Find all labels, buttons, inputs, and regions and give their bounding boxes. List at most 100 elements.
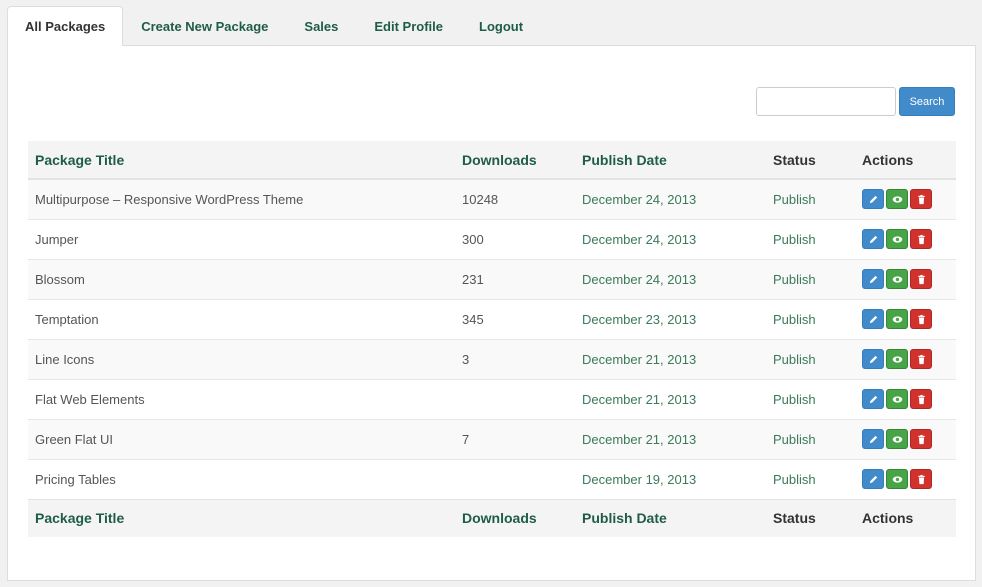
header-downloads[interactable]: Downloads [455,141,575,180]
table-row: Multipurpose – Responsive WordPress Them… [28,178,956,219]
cell-package-title: Blossom [28,258,455,299]
search-input[interactable] [756,87,896,116]
cell-package-title: Line Icons [28,338,455,379]
cell-actions [855,378,956,419]
view-button[interactable] [886,469,908,489]
table-footer-row: Package Title Downloads Publish Date Sta… [28,498,956,537]
delete-button[interactable] [910,229,932,249]
cell-downloads: 345 [455,298,575,339]
trash-icon [916,274,927,285]
footer-downloads[interactable]: Downloads [455,498,575,537]
cell-actions [855,298,956,339]
cell-actions [855,418,956,459]
cell-publish-date: December 24, 2013 [575,218,766,259]
trash-icon [916,394,927,405]
tab-bar: All Packages Create New Package Sales Ed… [7,6,541,46]
edit-button[interactable] [862,189,884,210]
cell-status: Publish [766,458,855,499]
table-row: Flat Web Elements December 21, 2013 Publis… [28,378,956,419]
delete-button[interactable] [910,429,932,449]
delete-button[interactable] [910,309,932,329]
edit-button[interactable] [862,349,884,369]
cell-package-title: Multipurpose – Responsive WordPress Them… [28,178,455,219]
cell-downloads [455,378,575,419]
edit-button[interactable] [862,309,884,329]
trash-icon [916,234,927,245]
cell-package-title: Jumper [28,218,455,259]
trash-icon [916,314,927,325]
cell-downloads [455,458,575,499]
cell-downloads: 231 [455,258,575,299]
trash-icon [916,434,927,445]
content-panel: Search Package Title Downloads Publish D… [7,45,976,581]
pencil-icon [868,314,879,325]
tab-all-packages[interactable]: All Packages [7,6,124,46]
header-package-title[interactable]: Package Title [28,141,455,180]
cell-publish-date: December 21, 2013 [575,338,766,379]
delete-button[interactable] [910,389,932,409]
cell-status: Publish [766,418,855,459]
edit-button[interactable] [862,229,884,249]
delete-button[interactable] [910,469,932,489]
cell-publish-date: December 23, 2013 [575,298,766,339]
trash-icon [916,474,927,485]
eye-icon [892,274,903,285]
pencil-icon [868,354,879,365]
cell-actions [855,178,956,219]
view-button[interactable] [886,429,908,449]
eye-icon [892,314,903,325]
trash-icon [916,194,927,205]
cell-publish-date: December 21, 2013 [575,378,766,419]
cell-actions [855,458,956,499]
tab-create-new-package[interactable]: Create New Package [123,6,286,46]
table-row: Jumper 300 December 24, 2013 Publish [28,218,956,259]
view-button[interactable] [886,309,908,329]
eye-icon [892,354,903,365]
pencil-icon [868,434,879,445]
view-button[interactable] [886,349,908,369]
view-button[interactable] [886,229,908,249]
header-actions: Actions [855,141,956,180]
tab-sales[interactable]: Sales [286,6,356,46]
delete-button[interactable] [910,269,932,289]
eye-icon [892,234,903,245]
pencil-icon [868,274,879,285]
pencil-icon [868,194,879,205]
cell-status: Publish [766,258,855,299]
cell-status: Publish [766,178,855,219]
view-button[interactable] [886,189,908,210]
packages-table: Package Title Downloads Publish Date Sta… [28,141,956,537]
footer-publish-date[interactable]: Publish Date [575,498,766,537]
delete-button[interactable] [910,349,932,369]
cell-status: Publish [766,218,855,259]
tab-edit-profile[interactable]: Edit Profile [356,6,461,46]
cell-publish-date: December 21, 2013 [575,418,766,459]
delete-button[interactable] [910,189,932,210]
footer-package-title[interactable]: Package Title [28,498,455,537]
table-row: Line Icons 3 December 21, 2013 Publish [28,338,956,379]
edit-button[interactable] [862,429,884,449]
view-button[interactable] [886,389,908,409]
cell-publish-date: December 24, 2013 [575,178,766,219]
cell-status: Publish [766,338,855,379]
pencil-icon [868,234,879,245]
search-button[interactable]: Search [899,87,955,116]
edit-button[interactable] [862,469,884,489]
edit-button[interactable] [862,389,884,409]
cell-status: Publish [766,298,855,339]
header-status: Status [766,141,855,180]
cell-actions [855,218,956,259]
edit-button[interactable] [862,269,884,289]
eye-icon [892,194,903,205]
pencil-icon [868,394,879,405]
table-row: Green Flat UI 7 December 21, 2013 Publish [28,418,956,459]
table-row: Pricing Tables December 19, 2013 Publish [28,458,956,499]
cell-package-title: Green Flat UI [28,418,455,459]
cell-package-title: Flat Web Elements [28,378,455,419]
table-row: Blossom 231 December 24, 2013 Publish [28,258,956,299]
header-publish-date[interactable]: Publish Date [575,141,766,180]
cell-downloads: 10248 [455,178,575,219]
view-button[interactable] [886,269,908,289]
tab-logout[interactable]: Logout [461,6,541,46]
cell-downloads: 3 [455,338,575,379]
